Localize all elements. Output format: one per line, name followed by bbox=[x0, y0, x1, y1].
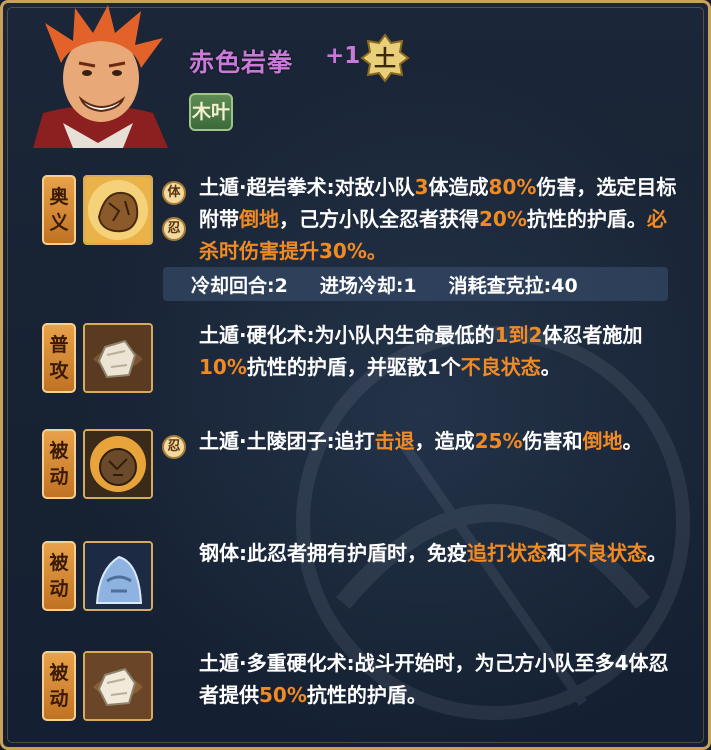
highlight-text: 追打状态 bbox=[467, 541, 547, 565]
chakra-cost: 消耗查克拉:40 bbox=[448, 274, 578, 297]
rock-burst-art bbox=[85, 431, 151, 497]
highlight-text: 1到2 bbox=[494, 323, 543, 347]
description-text: 体忍者施加 bbox=[542, 323, 643, 347]
skill-type-char: 奥 bbox=[49, 186, 69, 208]
highlight-text: 80% bbox=[488, 175, 537, 199]
description-text: 。 bbox=[647, 541, 667, 565]
highlight-text: 倒地 bbox=[239, 207, 279, 231]
cooldown-bar: 冷却回合:2 进场冷却:1 消耗查克拉:40 bbox=[163, 267, 668, 301]
highlight-text: 50% bbox=[259, 683, 307, 707]
element-glyph: 土 bbox=[373, 47, 396, 72]
description-text: 土遁·硬化术:为小队内生命最低的 bbox=[199, 323, 495, 347]
skill-type-char: 普 bbox=[49, 334, 69, 356]
stone-block-art bbox=[85, 325, 151, 391]
skill-description: 钢体:此忍者拥有护盾时，免疫追打状态和不良状态。 bbox=[199, 537, 679, 569]
skill-type-char: 动 bbox=[49, 578, 69, 600]
highlight-text: 不良状态 bbox=[460, 355, 541, 379]
description-text: 体造成 bbox=[428, 175, 489, 199]
highlight-text: 不良状态 bbox=[567, 541, 647, 565]
ninjutsu-badge: 忍 bbox=[162, 435, 186, 459]
description-text: 。 bbox=[540, 355, 561, 379]
hero-level: +1 bbox=[325, 43, 361, 69]
description-text: 伤害和 bbox=[522, 429, 583, 453]
skill-type-badge: 奥 义 bbox=[42, 175, 76, 245]
skill-description: 土遁·超岩拳术:对敌小队3体造成80%伤害，选定目标附带倒地，己方小队全忍者获得… bbox=[199, 171, 679, 267]
stone-block-icon[interactable] bbox=[83, 651, 153, 721]
description-text: 。 bbox=[622, 429, 643, 453]
description-text: 抗性的护盾。 bbox=[306, 683, 427, 707]
earth-element-icon: 土 bbox=[360, 33, 410, 83]
skill-type-char: 被 bbox=[49, 552, 69, 574]
skill-description: 土遁·多重硬化术:战斗开始时，为己方小队至多4体忍者提供50%抗性的护盾。 bbox=[199, 647, 679, 711]
highlight-text: 击退 bbox=[374, 429, 415, 453]
cooldown-rounds: 冷却回合:2 bbox=[191, 274, 288, 297]
description-text: ，己方小队全忍者获得 bbox=[279, 207, 479, 231]
highlight-text: 3 bbox=[414, 175, 429, 199]
hero-skill-panel: 赤色岩拳 +1 土 木叶 奥 义 体 忍 土遁·超岩拳术:对敌小队3体造成80%… bbox=[0, 0, 711, 750]
skill-type-char: 义 bbox=[49, 212, 69, 234]
hero-portrait bbox=[33, 5, 168, 148]
steel-body-icon[interactable] bbox=[83, 541, 153, 611]
description-text: 抗性的护盾，并驱散1个 bbox=[246, 355, 461, 379]
skill-type-badge: 被 动 bbox=[42, 651, 76, 721]
entry-cooldown: 进场冷却:1 bbox=[319, 274, 417, 297]
skill-type-badge: 被 动 bbox=[42, 541, 76, 611]
highlight-text: 倒地 bbox=[582, 429, 623, 453]
skill-type-char: 被 bbox=[49, 440, 69, 462]
highlight-text: 25% bbox=[474, 429, 523, 453]
skill-type-badge: 被 动 bbox=[42, 429, 76, 499]
description-text: 抗性的护盾。 bbox=[526, 207, 647, 231]
skill-description: 土遁·硬化术:为小队内生命最低的1到2体忍者施加 10%抗性的护盾，并驱散1个不良… bbox=[199, 319, 679, 383]
rock-burst-icon[interactable] bbox=[83, 429, 153, 499]
steel-body-art bbox=[85, 543, 151, 609]
taijutsu-badge: 体 bbox=[162, 181, 186, 205]
hero-name: 赤色岩拳 bbox=[189, 48, 294, 77]
description-text: 土遁·超岩拳术:对敌小队 bbox=[199, 175, 415, 199]
village-tag: 木叶 bbox=[189, 93, 233, 131]
skill-type-char: 攻 bbox=[49, 360, 69, 382]
stone-block-art bbox=[85, 653, 151, 719]
description-text: ，造成 bbox=[414, 429, 475, 453]
highlight-text: 10% bbox=[199, 355, 247, 379]
description-text: 钢体:此忍者拥有护盾时，免疫 bbox=[199, 541, 467, 565]
ninjutsu-badge: 忍 bbox=[162, 217, 186, 241]
skill-type-char: 动 bbox=[49, 688, 69, 710]
rock-fist-art bbox=[85, 177, 151, 243]
description-text: 土遁·土陵团子:追打 bbox=[199, 429, 375, 453]
skill-description: 土遁·土陵团子:追打击退，造成25%伤害和倒地。 bbox=[199, 425, 679, 457]
rock-fist-icon[interactable] bbox=[83, 175, 153, 245]
highlight-text: 20% bbox=[479, 207, 527, 231]
description-text: 和 bbox=[547, 541, 567, 565]
skill-type-badge: 普 攻 bbox=[42, 323, 76, 393]
skill-type-char: 动 bbox=[49, 466, 69, 488]
stone-block-icon[interactable] bbox=[83, 323, 153, 393]
skill-type-char: 被 bbox=[49, 662, 69, 684]
